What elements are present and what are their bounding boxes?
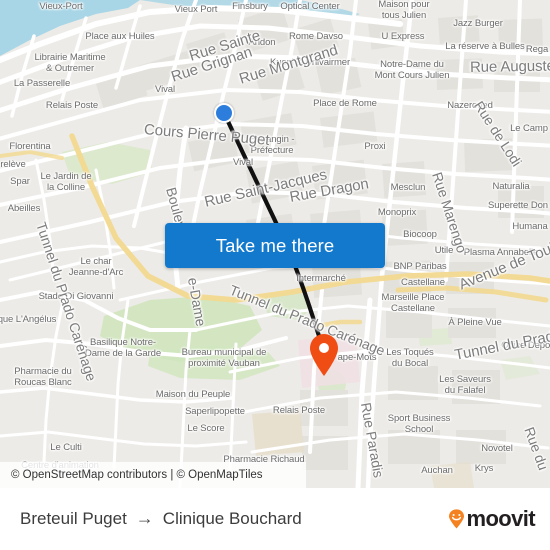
moovit-wordmark: moovit	[466, 506, 535, 531]
arrow-right-icon: →	[135, 508, 154, 528]
origin-dot-marker[interactable]	[214, 103, 234, 123]
map-attribution-bar: © OpenStreetMap contributors | © OpenMap…	[0, 462, 306, 488]
take-me-there-button[interactable]: Take me there	[165, 223, 385, 268]
take-me-there-label: Take me there	[215, 234, 335, 256]
map-attribution-text[interactable]: © OpenStreetMap contributors | © OpenMap…	[0, 469, 263, 481]
route-destination-label: Clinique Bouchard	[162, 509, 302, 528]
footer-bar: Breteuil Puget → Clinique Bouchard moovi…	[0, 488, 550, 550]
route-summary: Breteuil Puget → Clinique Bouchard	[0, 509, 302, 529]
route-origin-label: Breteuil Puget	[20, 509, 127, 528]
moovit-logo[interactable]: moovit	[448, 506, 536, 531]
moovit-pin-icon	[449, 509, 465, 529]
moovit-map-screen: Vieux-Port Vieux Port Finsbury Optical Cent…	[0, 0, 550, 550]
map-pin-icon	[310, 334, 338, 376]
map-canvas[interactable]: Vieux-Port Vieux Port Finsbury Optical Cent…	[0, 0, 550, 488]
destination-pin-marker[interactable]	[308, 333, 340, 377]
